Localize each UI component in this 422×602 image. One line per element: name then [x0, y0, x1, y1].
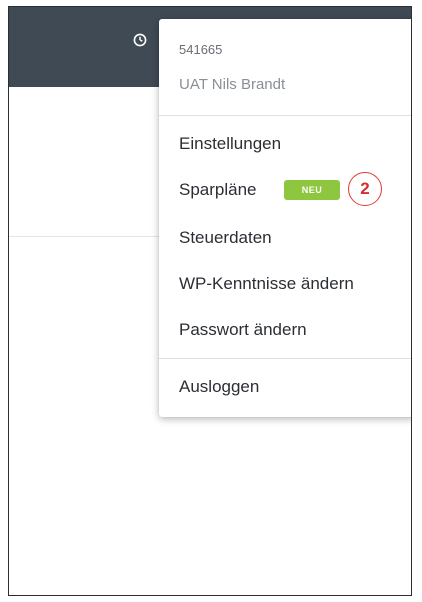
- menu-item-einstellungen[interactable]: Einstellungen: [179, 134, 281, 154]
- menu-separator: [159, 358, 411, 359]
- annotation-callout: 2: [348, 172, 382, 206]
- account-dropdown-menu: 541665 UAT Nils Brandt Einstellungen Spa…: [159, 19, 411, 417]
- account-name: UAT Nils Brandt: [179, 76, 286, 93]
- menu-item-ausloggen[interactable]: Ausloggen: [179, 377, 259, 397]
- menu-item-sparplaene[interactable]: Sparpläne: [179, 180, 257, 200]
- menu-separator: [159, 115, 411, 116]
- menu-item-wp-kenntnisse[interactable]: WP-Kenntnisse ändern: [179, 274, 354, 294]
- menu-item-passwort[interactable]: Passwort ändern: [179, 320, 307, 340]
- menu-item-steuerdaten[interactable]: Steuerdaten: [179, 228, 272, 248]
- new-badge: NEU: [284, 180, 340, 200]
- content-divider: [9, 236, 159, 237]
- clock-icon[interactable]: [133, 33, 147, 47]
- app-window: 541665 UAT Nils Brandt Einstellungen Spa…: [8, 6, 412, 596]
- account-id: 541665: [179, 42, 223, 57]
